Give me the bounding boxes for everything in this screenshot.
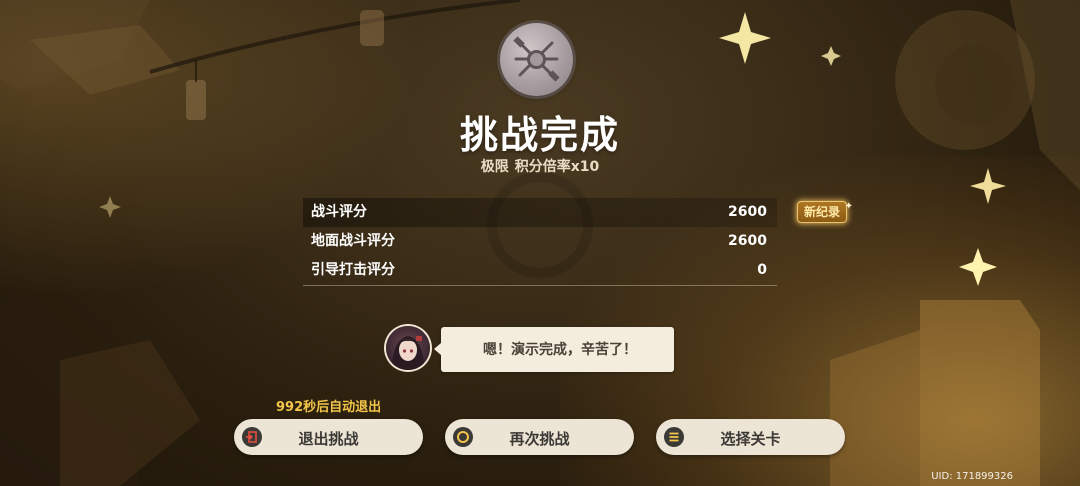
user-id-label: UID: 171899326 [931, 471, 1013, 482]
score-label: 地面战斗评分 [311, 233, 395, 249]
challenge-emblem-icon [500, 23, 573, 96]
sparkle-icon: ✦ [844, 201, 854, 212]
exit-challenge-button[interactable]: 退出挑战 [234, 419, 423, 455]
score-value: 2600 [728, 204, 767, 220]
dialog-tail [434, 343, 441, 355]
score-row: 战斗评分 2600 [303, 198, 777, 227]
new-record-badge: 新纪录 ✦ [797, 201, 853, 223]
score-label: 战斗评分 [311, 204, 367, 220]
score-label: 引导打击评分 [311, 262, 395, 278]
exit-challenge-label: 退出挑战 [298, 430, 359, 448]
score-table: 战斗评分 2600 地面战斗评分 2600 引导打击评分 0 [303, 198, 777, 286]
page-title: 挑战完成 [459, 113, 620, 157]
auto-exit-countdown: 992秒后自动退出 [276, 400, 382, 415]
score-multiplier: 积分倍率x10 [514, 159, 600, 175]
retry-challenge-label: 再次挑战 [509, 430, 570, 448]
character-avatar [386, 326, 430, 370]
score-value: 2600 [728, 233, 767, 249]
difficulty-subtitle: 极限 积分倍率x10 [0, 156, 1080, 176]
new-record-label: 新纪录 [804, 205, 841, 219]
score-row: 引导打击评分 0 [303, 256, 777, 285]
dialog-bubble: 嗯！演示完成，辛苦了！ [434, 327, 674, 372]
score-row: 地面战斗评分 2600 [303, 227, 777, 256]
dialog-text: 嗯！演示完成，辛苦了！ [483, 342, 637, 358]
score-value: 0 [757, 262, 767, 278]
select-level-button[interactable]: 选择关卡 [656, 419, 845, 455]
difficulty-label: 极限 [480, 159, 509, 175]
select-level-label: 选择关卡 [720, 430, 781, 448]
retry-challenge-button[interactable]: 再次挑战 [445, 419, 634, 455]
